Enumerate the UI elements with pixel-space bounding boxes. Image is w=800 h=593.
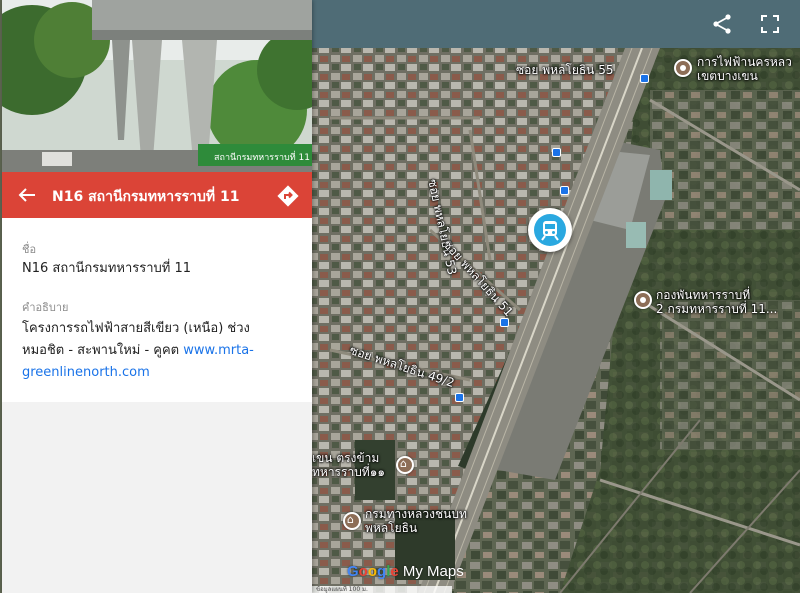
google-my-maps-logo: Google My Maps (347, 563, 464, 580)
bus-stop-icon[interactable] (560, 186, 569, 195)
train-icon (534, 214, 566, 246)
road-label-soi55: ซอย พหลโยธิน 55 (516, 63, 614, 77)
poi-pin-battalion[interactable] (634, 291, 652, 309)
museum-icon[interactable] (396, 456, 414, 474)
station-marker[interactable] (528, 208, 572, 252)
station-photo[interactable]: สถานีกรมทหารราบที่ 11 (2, 0, 312, 172)
photo-sign-text: สถานีกรมทหารราบที่ 11 (214, 153, 310, 163)
panel-header: N16 สถานีกรมทหารราบที่ 11 (2, 172, 312, 218)
poi-label-bangkhen-1[interactable]: เขน ตรงข้าม (312, 452, 379, 465)
arrow-back-icon[interactable] (16, 184, 38, 206)
museum-icon[interactable] (343, 512, 361, 530)
place-detail-panel: สถานีกรมทหารราบที่ 11 N16 สถานีกรมทหารรา… (2, 0, 312, 593)
poi-label-battalion-1[interactable]: กองพันทหารราบที่ (656, 289, 750, 302)
description-value: โครงการรถไฟฟ้าสายสีเขียว (เหนือ) ช่วงหมอ… (22, 318, 284, 384)
panel-empty-area (2, 402, 312, 593)
bus-stop-icon[interactable] (640, 74, 649, 83)
poi-label-battalion-2[interactable]: 2 กรมทหารราบที่ 11... (656, 303, 777, 316)
poi-label-bangkhen-2[interactable]: ทหารราบที่๑๑ (312, 466, 385, 479)
bus-stop-icon[interactable] (552, 148, 561, 157)
name-value: N16 สถานีกรมทหารราบที่ 11 (22, 261, 192, 276)
map-attribution[interactable]: ข้อมูลแผนที่ 100 ม. (312, 586, 452, 593)
bus-stop-icon[interactable] (455, 393, 464, 402)
poi-label-rural-roads-1[interactable]: กรมทางหลวงชนบท (365, 508, 467, 521)
place-title: N16 สถานีกรมทหารราบที่ 11 (52, 189, 240, 205)
poi-label-rural-roads-2[interactable]: พหลโยธิน (365, 522, 417, 535)
fullscreen-icon[interactable] (758, 12, 782, 36)
directions-icon[interactable] (276, 184, 300, 208)
share-icon[interactable] (710, 12, 734, 36)
map-top-bar (312, 0, 800, 48)
place-details: ชื่อ N16 สถานีกรมทหารราบที่ 11 คำอธิบาย … (2, 218, 312, 402)
poi-pin-electricity[interactable] (674, 59, 692, 77)
bus-stop-icon[interactable] (500, 318, 509, 327)
poi-label-electricity-2[interactable]: เขตบางเขน (697, 70, 758, 83)
description-label: คำอธิบาย (22, 301, 69, 314)
name-label: ชื่อ (22, 243, 37, 256)
poi-label-electricity-1[interactable]: การไฟฟ้านครหลว (697, 56, 792, 69)
